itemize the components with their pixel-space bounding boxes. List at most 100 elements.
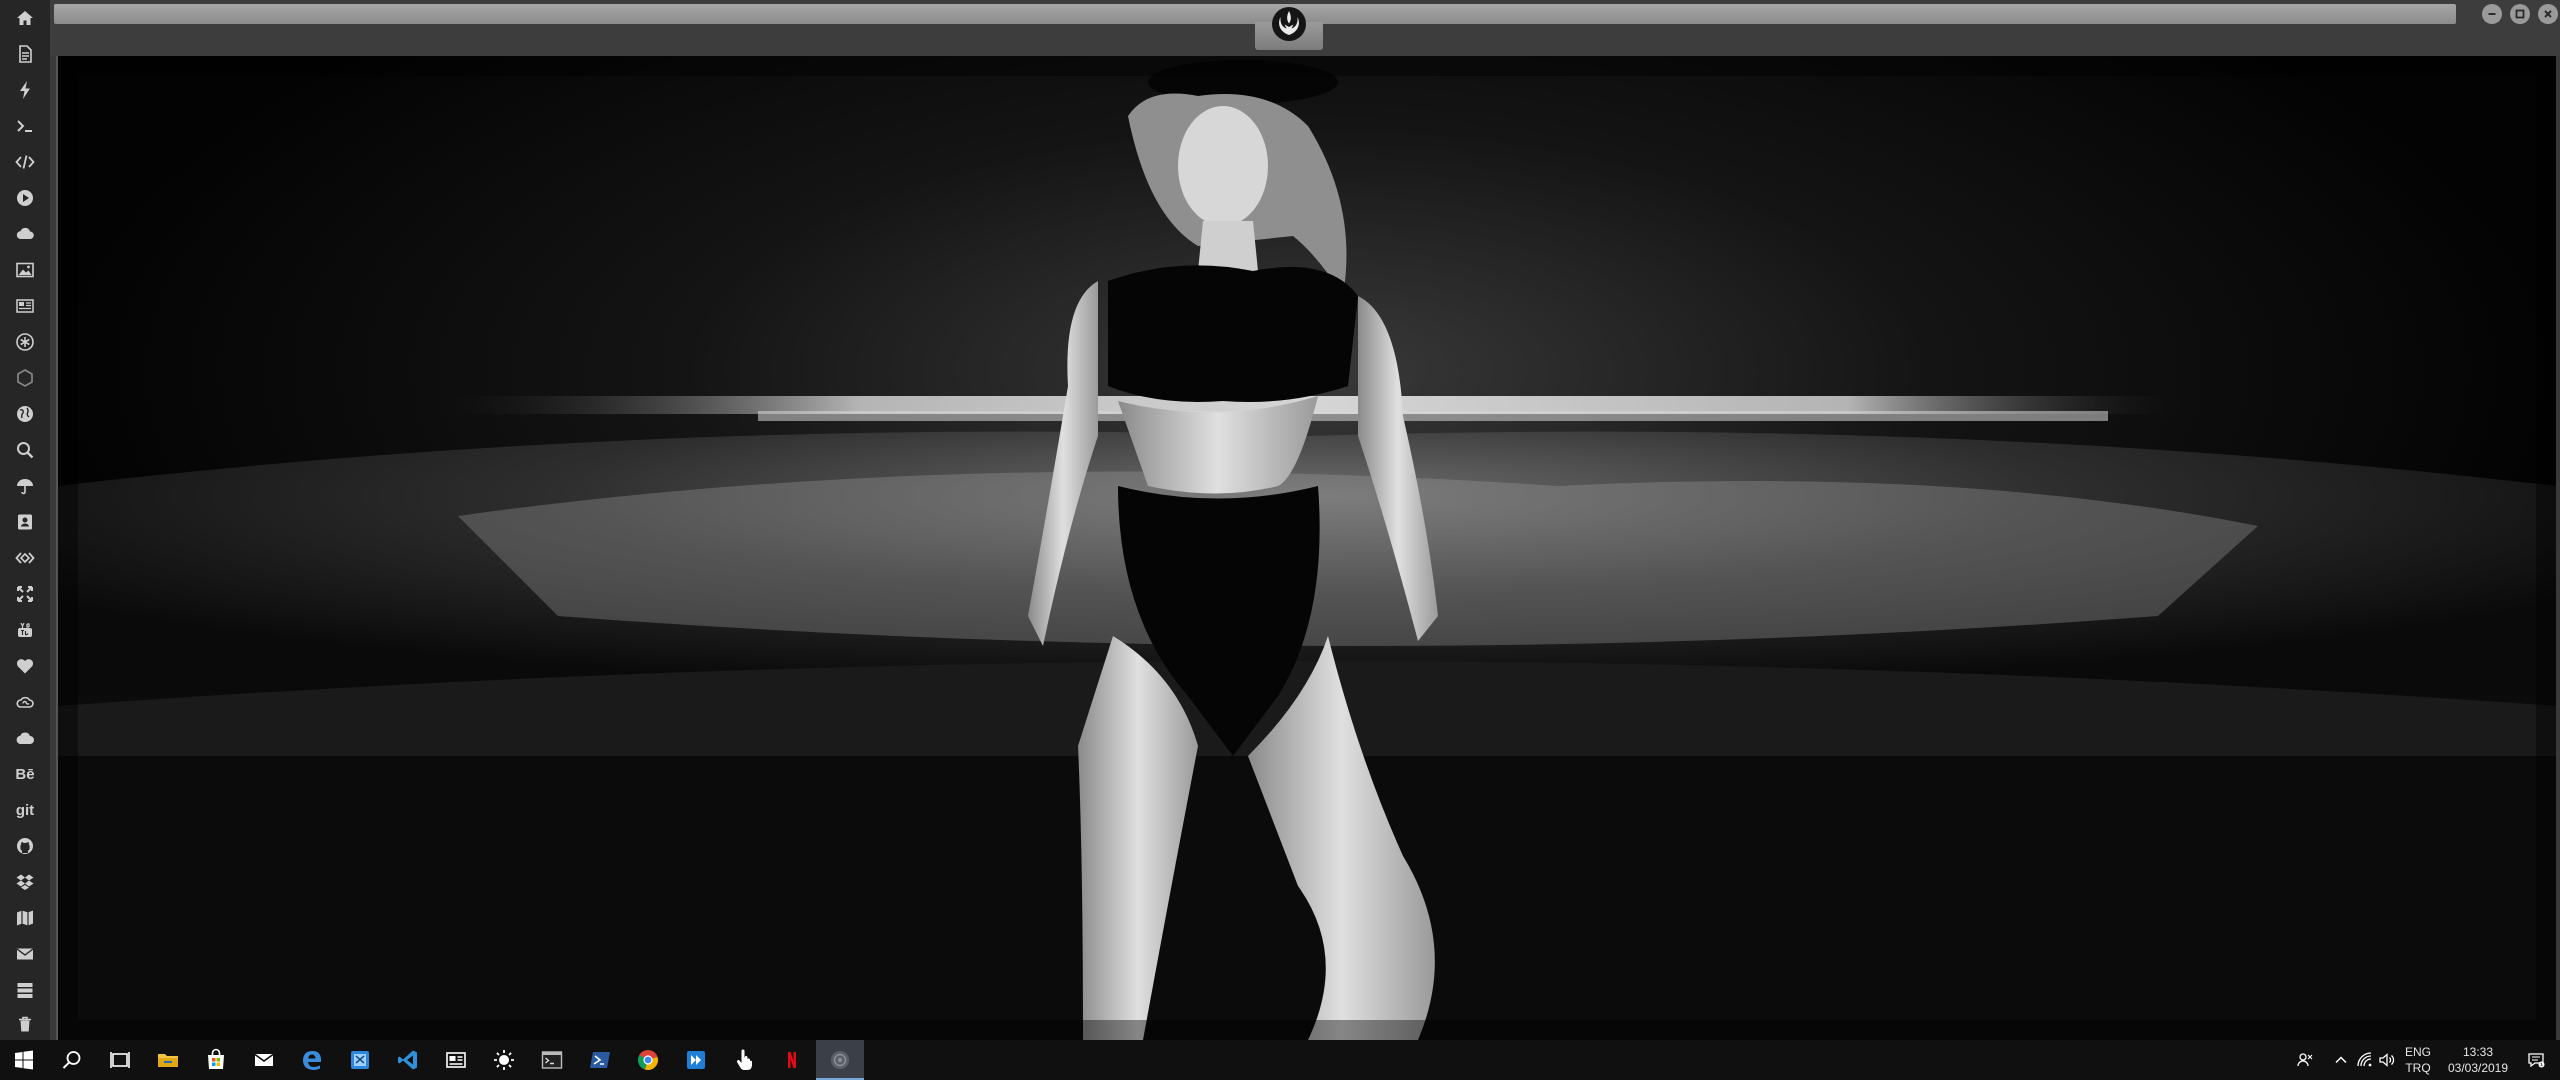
action-center-button[interactable]: 1 bbox=[2516, 1040, 2556, 1080]
language-line-2: TRQ bbox=[2405, 1061, 2431, 1075]
vscode-button[interactable] bbox=[384, 1040, 432, 1080]
launcher-item-search[interactable] bbox=[0, 432, 50, 468]
launcher-item-umbrella[interactable] bbox=[0, 468, 50, 504]
terminal-icon bbox=[17, 120, 32, 132]
clock[interactable]: 13:33 03/03/2019 bbox=[2438, 1044, 2518, 1078]
document-icon bbox=[19, 45, 32, 63]
news-icon bbox=[446, 1052, 466, 1068]
language-indicator[interactable]: ENG TRQ bbox=[2398, 1044, 2438, 1078]
lightning-icon bbox=[20, 81, 30, 99]
video-frame[interactable] bbox=[56, 56, 2556, 1040]
launcher-item-behance[interactable]: Bē bbox=[0, 756, 50, 792]
dropbox-icon bbox=[16, 874, 34, 890]
launcher-item-globe[interactable] bbox=[0, 396, 50, 432]
people-tray-button[interactable] bbox=[2292, 1040, 2318, 1080]
launcher-item-creative-cloud[interactable] bbox=[0, 684, 50, 720]
rebel-alliance-icon[interactable] bbox=[1271, 6, 1307, 42]
wifi-icon bbox=[2357, 1052, 2372, 1067]
sun-icon bbox=[494, 1050, 514, 1070]
launcher-item-contact[interactable] bbox=[0, 504, 50, 540]
folder-icon bbox=[158, 1054, 178, 1067]
netflix-button[interactable] bbox=[768, 1040, 816, 1080]
behance-icon: Bē bbox=[15, 765, 35, 783]
launcher-item-server[interactable] bbox=[0, 972, 50, 1008]
photo-scene bbox=[58, 56, 2556, 1040]
maximize-icon bbox=[2515, 9, 2525, 19]
chrome-icon bbox=[637, 1050, 658, 1070]
clock-date: 03/03/2019 bbox=[2447, 1061, 2509, 1075]
launcher-item-home[interactable] bbox=[0, 0, 50, 36]
people-icon bbox=[2297, 1053, 2313, 1067]
launcher-item-play[interactable] bbox=[0, 180, 50, 216]
notification-icon: 1 bbox=[2528, 1053, 2545, 1068]
powershell-icon bbox=[590, 1052, 610, 1068]
diamond-arrows-icon bbox=[15, 552, 35, 564]
mail-button[interactable] bbox=[240, 1040, 288, 1080]
brightness-button[interactable] bbox=[480, 1040, 528, 1080]
active-app-button[interactable] bbox=[816, 1040, 864, 1080]
window-drag-bar[interactable] bbox=[54, 4, 2456, 24]
launcher-item-cloud-filled[interactable] bbox=[0, 720, 50, 756]
speaker-icon bbox=[2379, 1053, 2395, 1067]
terminal-button[interactable] bbox=[528, 1040, 576, 1080]
network-tray-button[interactable] bbox=[2354, 1040, 2376, 1080]
launcher-item-heart[interactable] bbox=[0, 648, 50, 684]
task-view-button[interactable] bbox=[96, 1040, 144, 1080]
store-button[interactable] bbox=[192, 1040, 240, 1080]
map-icon bbox=[17, 910, 33, 926]
launcher-item-github[interactable] bbox=[0, 828, 50, 864]
launcher-item-image[interactable] bbox=[0, 252, 50, 288]
contact-card-icon bbox=[18, 514, 32, 530]
windows-logo-icon bbox=[15, 1050, 33, 1070]
launcher-item-document[interactable] bbox=[0, 36, 50, 72]
image-icon bbox=[16, 262, 34, 278]
start-button[interactable] bbox=[0, 1040, 48, 1080]
window-titlebar[interactable] bbox=[50, 0, 2560, 56]
store-bag-icon bbox=[208, 1048, 224, 1069]
launcher-item-trash[interactable] bbox=[0, 1006, 50, 1042]
vscode-icon bbox=[398, 1050, 417, 1070]
volume-tray-button[interactable] bbox=[2376, 1040, 2398, 1080]
close-button[interactable] bbox=[2538, 4, 2558, 24]
git-icon: git bbox=[15, 801, 35, 819]
server-icon bbox=[17, 983, 33, 998]
show-hidden-icons-button[interactable] bbox=[2330, 1040, 2352, 1080]
powershell-button[interactable] bbox=[576, 1040, 624, 1080]
edge-button[interactable] bbox=[288, 1040, 336, 1080]
maximize-button[interactable] bbox=[2510, 4, 2530, 24]
hexagon-icon bbox=[17, 369, 33, 387]
launcher-item-map[interactable] bbox=[0, 900, 50, 936]
chrome-button[interactable] bbox=[624, 1040, 672, 1080]
launcher-item-diamond[interactable] bbox=[0, 540, 50, 576]
launcher-item-terminal[interactable] bbox=[0, 108, 50, 144]
chevron-up-icon bbox=[2335, 1056, 2347, 1064]
minimize-button[interactable] bbox=[2482, 4, 2502, 24]
cloud-filled-icon bbox=[16, 732, 34, 744]
news-button[interactable] bbox=[432, 1040, 480, 1080]
launcher-item-dropbox[interactable] bbox=[0, 864, 50, 900]
launcher-item-mail[interactable] bbox=[0, 936, 50, 972]
code-icon bbox=[15, 155, 35, 169]
launcher-item-youtube[interactable] bbox=[0, 612, 50, 648]
snip-button[interactable] bbox=[336, 1040, 384, 1080]
asterisk-badge-icon bbox=[16, 333, 34, 351]
file-explorer-button[interactable] bbox=[144, 1040, 192, 1080]
mail-icon bbox=[16, 948, 34, 960]
media-player-button[interactable] bbox=[672, 1040, 720, 1080]
umbrella-icon bbox=[17, 479, 33, 495]
launcher-item-cloud[interactable] bbox=[0, 216, 50, 252]
launcher-item-lightning[interactable] bbox=[0, 72, 50, 108]
search-icon bbox=[17, 442, 34, 459]
launcher-item-git[interactable]: git bbox=[0, 792, 50, 828]
edge-icon bbox=[303, 1051, 321, 1070]
launcher-item-code[interactable] bbox=[0, 144, 50, 180]
launcher-item-hexagon[interactable] bbox=[0, 360, 50, 396]
language-line-1: ENG bbox=[2404, 1045, 2431, 1059]
launcher-item-expand[interactable] bbox=[0, 576, 50, 612]
taskbar-search-button[interactable] bbox=[48, 1040, 96, 1080]
cloud-icon bbox=[16, 227, 34, 239]
touch-button[interactable] bbox=[720, 1040, 768, 1080]
home-icon bbox=[17, 11, 33, 25]
launcher-item-news[interactable] bbox=[0, 288, 50, 324]
launcher-item-asterisk[interactable] bbox=[0, 324, 50, 360]
